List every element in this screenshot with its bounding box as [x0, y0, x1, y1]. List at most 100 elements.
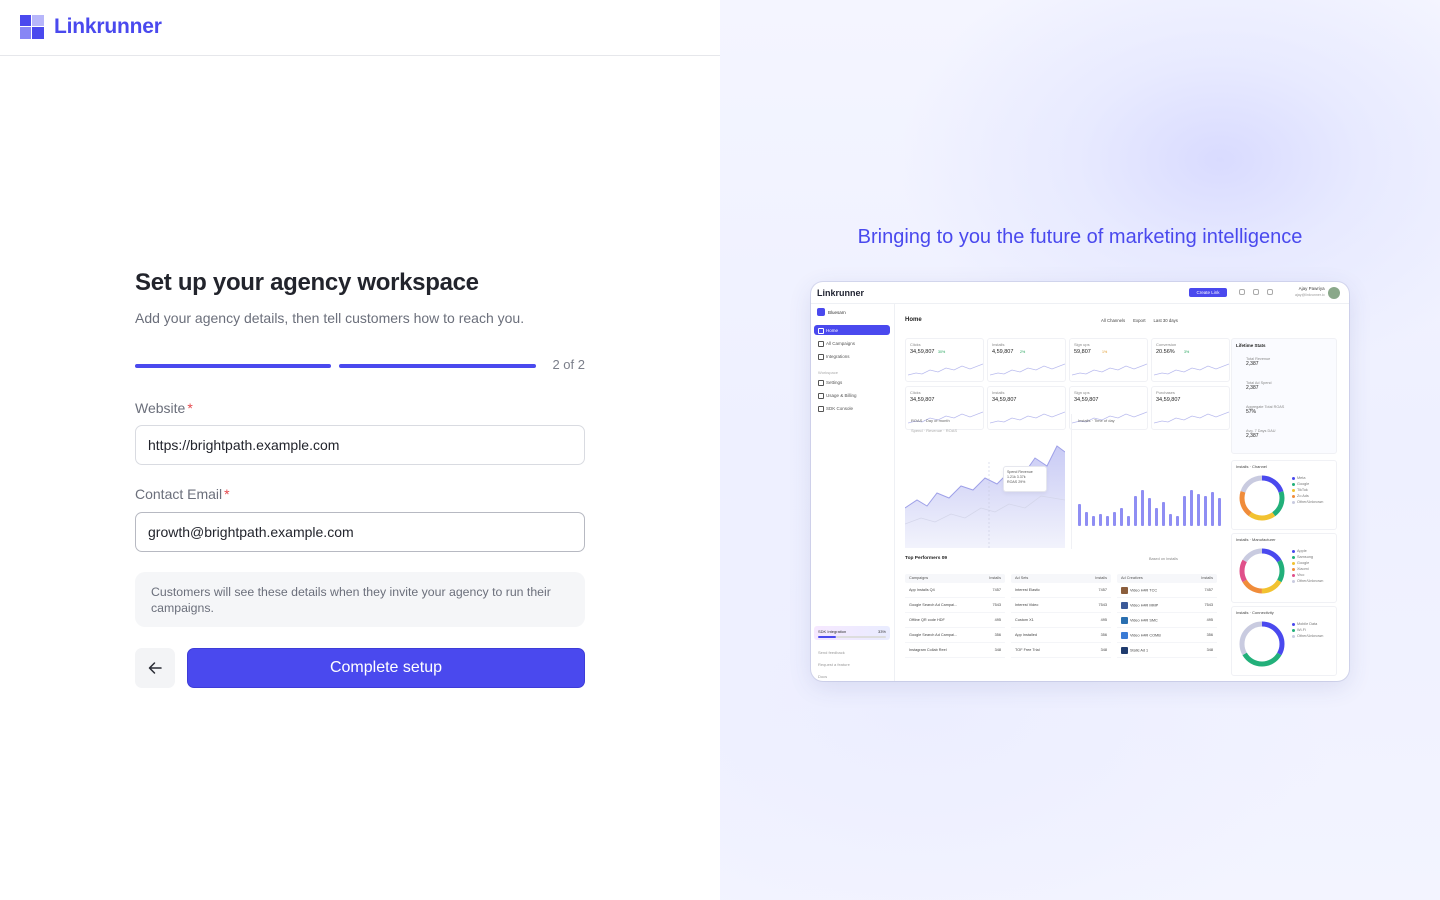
preview-installs-label: Installs · Time of day	[1078, 418, 1115, 423]
preview-table-head: Ad Creatives	[1121, 576, 1143, 580]
arrow-left-icon	[148, 662, 162, 674]
workspace-icon	[817, 308, 825, 316]
website-input[interactable]: https://brightpath.example.com	[135, 425, 585, 465]
preview-kpi-label: Installs	[992, 342, 1005, 347]
preview-kpi-delta: 1%	[1102, 350, 1108, 354]
preview-table-col: Installs	[1201, 576, 1213, 580]
preview-roas-tooltip: Spend Revenue 1.21k 3.37k ROAS 29%	[1003, 466, 1047, 492]
preview-donut-card: Installs · Connectivity Mobile Data Wi-Fi O…	[1231, 606, 1337, 676]
preview-performer-table: Ad Creatives Installs Video H4R TCC 7457 Vid…	[1117, 574, 1217, 658]
page-title: Set up your agency workspace	[135, 269, 479, 296]
preview-kpi-label: Purchases	[1156, 390, 1175, 395]
back-button[interactable]	[135, 648, 175, 688]
table-row: Google Search Ad Campai... 356	[905, 628, 1005, 643]
moon-icon	[1239, 289, 1245, 295]
preview-install-bar	[1204, 496, 1207, 526]
roas-area-graphic	[905, 445, 1065, 548]
preview-row-name: Offline QR code HDF	[909, 618, 945, 622]
preview-row-value: 495	[1100, 618, 1107, 622]
step-counter: 2 of 2	[552, 357, 585, 372]
preview-user-email: ajay@linkrunner.io	[1295, 293, 1325, 297]
preview-row-value: 7543	[1204, 603, 1213, 607]
preview-install-bar	[1141, 490, 1144, 526]
preview-install-bar	[1092, 516, 1095, 526]
preview-row-name: Video H4R TCC	[1121, 586, 1157, 594]
preview-kpi-value: 34,59,807	[910, 349, 935, 355]
info-note: Customers will see these details when th…	[135, 572, 585, 627]
preview-kpi-value: 20.56%	[1156, 349, 1175, 355]
preview-performer-table: Ad Sets Installs Interest Elastic 7457 Inter…	[1011, 574, 1111, 658]
linkrunner-logo-icon	[20, 15, 44, 39]
preview-install-bar	[1197, 494, 1200, 526]
preview-toolbar-icons	[1239, 289, 1273, 295]
preview-stat-value: 2,387	[1246, 361, 1259, 367]
preview-roas-chart: ROAS · Day of month Spend · Revenue · RO…	[905, 414, 1065, 549]
preview-nav-campaigns: All Campaigns	[814, 338, 890, 348]
required-mark: *	[224, 486, 230, 502]
table-row: TOF Free Trial 348	[1011, 643, 1111, 658]
creative-thumb-icon	[1121, 586, 1128, 594]
sparkline-icon	[1154, 363, 1229, 376]
preview-kpi-value: 34,59,807	[910, 397, 935, 403]
contact-email-input[interactable]: growth@brightpath.example.com	[135, 512, 585, 552]
donut-chart-icon	[1239, 475, 1285, 521]
preview-donut-legend: Apple Samsung Google Xiaomi Vivo Other/Unknow…	[1292, 548, 1323, 584]
brand[interactable]: Linkrunner	[20, 15, 162, 39]
preview-row-name: Google Search Ad Campai...	[909, 633, 958, 637]
preview-table-header: Ad Creatives Installs	[1117, 574, 1217, 583]
preview-row-name: App Installs Q4	[909, 588, 935, 592]
preview-row-name: Interest Elastic	[1015, 588, 1040, 592]
table-row: Static Ad 1 348	[1117, 643, 1217, 658]
preview-top-performers: Top Performers 09 Based on Installs Camp…	[905, 556, 1225, 681]
preview-install-bar	[1099, 514, 1102, 526]
sparkline-icon	[1072, 363, 1147, 376]
preview-kpi-value: 34,59,807	[1156, 397, 1181, 403]
dashboard-preview: Linkrunner Create Link Ajay Pawriya ajay…	[811, 282, 1349, 681]
preview-row-value: 7543	[992, 603, 1001, 607]
preview-stat-row: Aggregate Total ROAS 57%	[1246, 405, 1285, 415]
preview-lifetime-title: Lifetime Stats	[1236, 343, 1266, 348]
preview-row-name: Static Ad 1	[1121, 646, 1148, 654]
complete-setup-button[interactable]: Complete setup	[187, 648, 585, 688]
preview-export: Export	[1133, 318, 1146, 323]
preview-install-bar	[1211, 492, 1214, 526]
preview-send-feedback: Send feedback	[818, 650, 845, 655]
preview-row-name: Google Search Ad Campai...	[909, 603, 958, 607]
preview-kpi-label: Conversion	[1156, 342, 1177, 347]
preview-stat-value: 2,387	[1246, 385, 1259, 391]
donut-chart-icon	[1239, 548, 1285, 594]
table-row: Instagram Collab Reel 348	[905, 643, 1005, 658]
table-row: Video H4R TCC 7457	[1117, 583, 1217, 598]
table-row: Video H4R MMP 7543	[1117, 598, 1217, 613]
preview-performer-table: Campaigns Installs App Installs Q4 7457 Goog…	[905, 574, 1005, 658]
preview-legend-item: Other/Unknown	[1292, 633, 1323, 639]
preview-donut-label: Installs · Channel	[1236, 464, 1267, 469]
preview-row-value: 356	[994, 633, 1001, 637]
preview-logo: Linkrunner	[817, 288, 865, 298]
promo-tagline: Bringing to you the future of marketing …	[857, 226, 1303, 248]
preview-kpi-delta: 2%	[1020, 350, 1026, 354]
preview-row-name: Instagram Collab Reel	[909, 648, 947, 652]
preview-row-value: 356	[1100, 633, 1107, 637]
preview-row-name: Video H4R SMC	[1121, 616, 1158, 624]
preview-kpi-card: Conversion 20.56% 3%	[1151, 338, 1230, 382]
preview-kpi-value: 34,59,807	[1074, 397, 1099, 403]
preview-row-value: 7457	[992, 588, 1001, 592]
preview-kpi-card: Clicks 34,59,807 30%	[905, 338, 984, 382]
preview-nav-billing: Usage & Billing	[814, 390, 890, 400]
preview-section-label: Workspace	[818, 370, 838, 375]
creative-thumb-icon	[1121, 631, 1128, 639]
preview-table-head: Campaigns	[909, 576, 929, 580]
preview-install-bar	[1127, 516, 1130, 526]
preview-user: Ajay Pawriya ajay@linkrunner.io	[1295, 286, 1325, 298]
required-mark: *	[187, 400, 193, 416]
preview-request-feature: Request a feature	[818, 662, 850, 667]
preview-install-bar	[1176, 516, 1179, 526]
preview-sdk-progress: SDK Integration 33%	[814, 626, 890, 640]
preview-stat-row: Avg. 7 Days DAU 2,387	[1246, 429, 1276, 439]
preview-donut-card: Installs · Manufacturer Apple Samsung Googl…	[1231, 533, 1337, 603]
preview-sdk-percent: 33%	[877, 629, 886, 634]
preview-legend-item: Other/Unknown	[1292, 578, 1323, 584]
preview-row-name: Interest Video	[1015, 603, 1039, 607]
preview-kpi-card: Sign ups 59,807 1%	[1069, 338, 1148, 382]
